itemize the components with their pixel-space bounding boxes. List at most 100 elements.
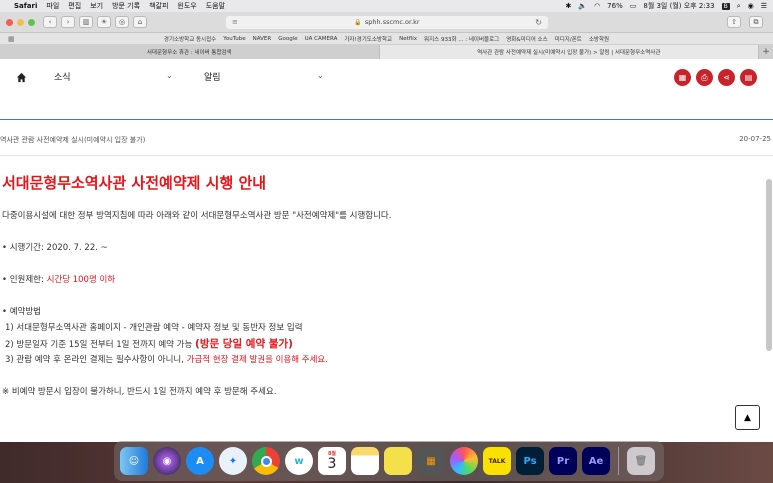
step-3: 3) 관람 예약 후 온라인 결제는 필수사항이 아니니, 가급적 현장 결제 …	[5, 353, 328, 365]
page-tools: ▦ ⎙ ⋖ ▤	[674, 69, 757, 86]
app-store-icon[interactable]: A	[186, 447, 214, 475]
notes-icon[interactable]	[351, 447, 379, 475]
calculator-icon[interactable]: ▦	[417, 447, 445, 475]
lock-icon: 🔒	[354, 18, 362, 26]
dock-separator	[618, 447, 619, 475]
favorite-link[interactable]: 경기소방학교 동시접수	[164, 35, 216, 43]
control-center-icon[interactable]: ☰	[761, 2, 767, 10]
favorite-link[interactable]: NAVER	[253, 36, 272, 42]
favorites-bar: ▦ 경기소방학교 동시접수 YouTube NAVER Google UA CA…	[0, 33, 773, 45]
calendar-day: 3	[327, 455, 337, 472]
wifi-icon[interactable]: ◠	[594, 2, 600, 10]
minimize-window-button[interactable]	[17, 18, 24, 26]
menu-app[interactable]: Safari	[14, 2, 37, 10]
share-icon[interactable]: ⇧	[727, 16, 741, 28]
whale-icon[interactable]: w	[285, 447, 313, 475]
battery-icon[interactable]: ▭	[630, 2, 637, 10]
pdf-icon[interactable]: ▤	[740, 69, 757, 86]
calendar-icon[interactable]: 8월 3	[318, 447, 346, 475]
premiere-icon[interactable]: Pr	[549, 447, 577, 475]
chrome-icon[interactable]	[252, 447, 280, 475]
sidebar-icon[interactable]: ▥	[79, 16, 93, 28]
favorite-link[interactable]: Google	[278, 36, 297, 42]
favorite-link[interactable]: YouTube	[223, 36, 245, 42]
tabs-overview-icon[interactable]: ⧉	[749, 16, 763, 28]
address-bar[interactable]: ≡ 🔒 sphh.sscmc.or.kr ↻	[226, 15, 548, 29]
step-3-text: 3) 관람 예약 후 온라인 결제는 필수사항이 아니니,	[5, 355, 187, 365]
favorite-link[interactable]: 미디지/폰트	[555, 35, 582, 43]
after-effects-icon[interactable]: Ae	[582, 447, 610, 475]
browser-toolbar: ‹ › ▥ ☀ ◎ ⌂ ≡ 🔒 sphh.sscmc.or.kr ↻ ⇧ ⧉	[0, 12, 773, 33]
bluetooth-icon[interactable]: ✱	[565, 2, 571, 10]
new-tab-button[interactable]: +	[759, 45, 773, 59]
favorite-link[interactable]: 영화&미디어 소스	[506, 35, 547, 43]
siri-icon[interactable]: ◉	[153, 447, 181, 475]
siri-icon[interactable]: ◉	[748, 2, 754, 10]
brightness-icon[interactable]: ☀	[97, 16, 111, 28]
step-3-emphasis: 가급적 현장 결제 발권을 이용해 주세요.	[186, 355, 328, 365]
intro-text: 다중이용시설에 대한 정부 방역지침에 따라 아래와 같이 서대문형무소역사관 …	[2, 211, 392, 221]
favorite-link[interactable]: UA CAMERA	[305, 36, 338, 42]
menu-view[interactable]: 보기	[90, 1, 103, 11]
menu-file[interactable]: 파일	[46, 1, 59, 11]
menu-history[interactable]: 방문 기록	[112, 1, 140, 11]
favorite-link[interactable]: 가자!경기도소방학교	[344, 35, 392, 43]
reader-icon[interactable]: ≡	[232, 18, 238, 26]
favorite-link[interactable]: 뭐지스 933화 ... : 네이버블로그	[424, 35, 499, 43]
limit-label: • 인원제한:	[2, 275, 47, 285]
back-button[interactable]: ‹	[43, 16, 57, 28]
method-label: • 예약방법	[2, 307, 41, 317]
zoom-window-button[interactable]	[28, 18, 35, 26]
close-window-button[interactable]	[6, 18, 13, 26]
print-icon[interactable]: ⎙	[696, 69, 713, 86]
chevron-down-icon[interactable]: ⌄	[166, 71, 173, 80]
compass-icon[interactable]: ◎	[115, 16, 129, 28]
chevron-down-icon[interactable]: ⌄	[317, 71, 324, 80]
nav-section-select[interactable]: 소식	[54, 70, 71, 83]
favorite-link[interactable]: Netflix	[399, 36, 417, 42]
menu-window[interactable]: 윈도우	[177, 1, 196, 11]
nav-subsection-select[interactable]: 알림	[204, 70, 221, 83]
photoshop-icon[interactable]: Ps	[516, 447, 544, 475]
step-2-emphasis: (방문 당일 예약 불가)	[195, 338, 293, 350]
limit-text: • 인원제한: 시간당 100명 이하	[2, 273, 115, 285]
finder-icon[interactable]: ☺	[120, 447, 148, 475]
menu-bookmarks[interactable]: 책갈피	[149, 1, 168, 11]
limit-value: 시간당 100명 이하	[46, 275, 116, 285]
stickies-icon[interactable]	[384, 447, 412, 475]
web-page: 소식 ⌄ 알림 ⌄ ▦ ⎙ ⋖ ▤ 역사관 관람 사전예약제 실시(미예약시 입…	[0, 59, 773, 442]
post-subject: 역사관 관람 사전예약제 실시(미예약시 입장 불가)	[0, 136, 146, 144]
menu-help[interactable]: 도움말	[206, 1, 225, 11]
safari-icon[interactable]: ✦	[219, 447, 247, 475]
step-2: 2) 방문일자 기준 15일 전부터 1일 전까지 예약 가능 (방문 당일 예…	[5, 336, 293, 351]
qr-icon[interactable]: ▦	[674, 69, 691, 86]
tab-search[interactable]: 서대문형무소 휴관 : 네이버 통합검색	[0, 45, 380, 59]
post-date: 20-07-25	[739, 135, 771, 143]
clock[interactable]: 8월 3일 (월) 오후 2:33	[643, 1, 714, 11]
note-text: ※ 비예약 방문시 입장이 불가하니, 반드시 1일 전까지 예약 후 방문해 …	[2, 387, 277, 397]
photos-icon[interactable]	[450, 447, 478, 475]
input-source-icon[interactable]: B	[721, 2, 730, 10]
volume-icon[interactable]: 🔈	[578, 2, 587, 10]
reload-icon[interactable]: ↻	[535, 18, 542, 27]
menu-bar: Safari 파일 편집 보기 방문 기록 책갈피 윈도우 도움말 ✱ 🔈 ◠ …	[0, 0, 773, 12]
favorites-grid-icon[interactable]: ▦	[8, 35, 15, 43]
divider	[0, 155, 773, 156]
scroll-top-button[interactable]: ▲	[735, 405, 760, 430]
trash-icon[interactable]: 🗑	[627, 447, 655, 475]
menu-edit[interactable]: 편집	[68, 1, 81, 11]
screen: Safari 파일 편집 보기 방문 기록 책갈피 윈도우 도움말 ✱ 🔈 ◠ …	[0, 0, 773, 483]
page-title: 서대문형무소역사관 사전예약제 시행 안내	[2, 174, 267, 192]
home-icon[interactable]	[16, 72, 27, 83]
kakaotalk-icon[interactable]: TALK	[483, 447, 511, 475]
scrollbar[interactable]	[766, 179, 772, 351]
share-icon[interactable]: ⋖	[718, 69, 735, 86]
forward-button[interactable]: ›	[61, 16, 75, 28]
favorite-link[interactable]: 소방학원	[589, 35, 609, 43]
tab-bar: 서대문형무소 휴관 : 네이버 통합검색 역사관 관람 사전예약제 실시(미예약…	[0, 45, 773, 59]
divider	[0, 119, 773, 120]
tab-notice[interactable]: 역사관 관람 사전예약제 실시(미예약시 입장 불가) > 알림 | 서대문형무…	[379, 45, 759, 59]
dock: ☺ ◉ A ✦ w 8월 3 ▦ TALK Ps Pr Ae 🗑	[114, 441, 664, 481]
spotlight-icon[interactable]: ⌕	[737, 2, 741, 11]
home-icon[interactable]: ⌂	[133, 16, 147, 28]
